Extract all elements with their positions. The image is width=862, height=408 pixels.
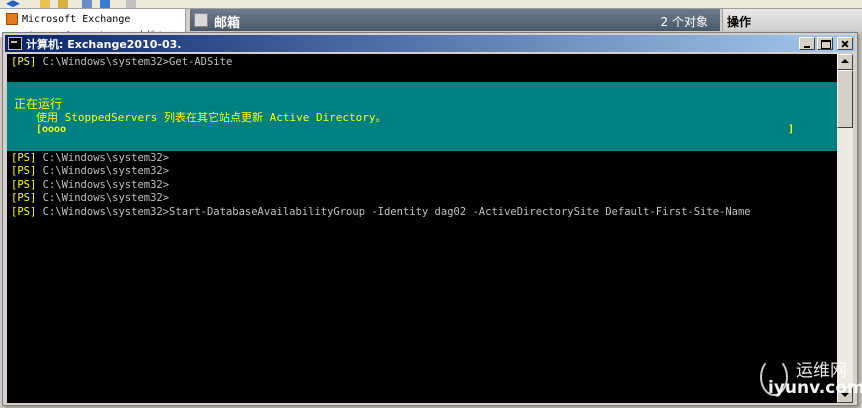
- maximize-button[interactable]: [817, 37, 833, 50]
- console-line-text: C:\Windows\system32>: [36, 152, 170, 164]
- console-line-text: C:\Windows\system32>: [36, 165, 170, 177]
- mmc-toolbar: ◀▶: [0, 0, 862, 9]
- console-title: 计算机: Exchange2010-03.: [26, 38, 182, 51]
- up-folder-icon[interactable]: [40, 0, 50, 8]
- result-pane-title: 邮箱: [214, 16, 241, 31]
- scroll-up-button[interactable]: [837, 54, 853, 70]
- console-line-text: C:\Windows\system32>Start-DatabaseAvaila…: [36, 206, 751, 218]
- export-icon[interactable]: [126, 0, 136, 8]
- progress-record: 正在运行 使用 StoppedServers 列表在其它站点更新 Active …: [7, 82, 837, 151]
- properties-icon[interactable]: [82, 0, 92, 8]
- ps-prompt-tag: [PS]: [11, 56, 37, 68]
- console-icon: [8, 37, 22, 50]
- tree-item-label: Microsoft Exchange: [22, 13, 131, 25]
- scroll-thumb[interactable]: [837, 70, 853, 128]
- show-tree-icon[interactable]: [58, 0, 68, 8]
- object-count: 2 个对象: [660, 15, 708, 29]
- ps-prompt-tag: [PS]: [11, 206, 37, 218]
- console-line: [PS] C:\Windows\system32>Start-DatabaseA…: [11, 206, 751, 219]
- console-line-text: C:\Windows\system32>: [36, 179, 170, 191]
- actions-pane-header: 操作: [722, 9, 862, 31]
- console-line: [PS] C:\Windows\system32>Get-ADSite: [11, 56, 232, 69]
- back-arrow-icon[interactable]: ◀▶: [6, 0, 22, 9]
- result-pane-header: 邮箱 2 个对象: [190, 9, 720, 31]
- progress-status: 使用 StoppedServers 列表在其它站点更新 Active Direc…: [36, 111, 387, 124]
- console-line: [PS] C:\Windows\system32>: [11, 192, 169, 205]
- console-line: [PS] C:\Windows\system32>: [11, 179, 169, 192]
- powershell-console-window: 计算机: Exchange2010-03. [PS] C:\Windows\sy…: [2, 32, 858, 406]
- console-output[interactable]: [PS] C:\Windows\system32>Get-ADSite 正在运行…: [7, 54, 837, 403]
- console-line: [PS] C:\Windows\system32>: [11, 165, 169, 178]
- close-button[interactable]: [837, 37, 853, 50]
- site-watermark: 运维网 iyunv.com: [752, 350, 862, 406]
- mailbox-icon: [194, 13, 208, 27]
- progress-bar-end: ]: [788, 124, 795, 135]
- ps-prompt-tag: [PS]: [11, 179, 37, 191]
- exchange-icon: [6, 13, 18, 25]
- console-line-text: C:\Windows\system32>Get-ADSite: [36, 56, 233, 68]
- ps-prompt-tag: [PS]: [11, 152, 37, 164]
- console-title-bar[interactable]: 计算机: Exchange2010-03.: [5, 35, 855, 52]
- console-line-text: C:\Windows\system32>: [36, 192, 170, 204]
- minimize-button[interactable]: [799, 37, 815, 50]
- console-line: [PS] C:\Windows\system32>: [11, 152, 169, 165]
- watermark-en: iyunv.com: [768, 378, 862, 398]
- ps-prompt-tag: [PS]: [11, 165, 37, 177]
- tree-item-microsoft-exchange[interactable]: Microsoft Exchange: [6, 12, 130, 26]
- actions-pane-title: 操作: [727, 15, 752, 29]
- window-controls: [799, 37, 853, 50]
- help-icon[interactable]: [100, 0, 110, 8]
- progress-bar: [oooo: [36, 124, 67, 135]
- ps-prompt-tag: [PS]: [11, 192, 37, 204]
